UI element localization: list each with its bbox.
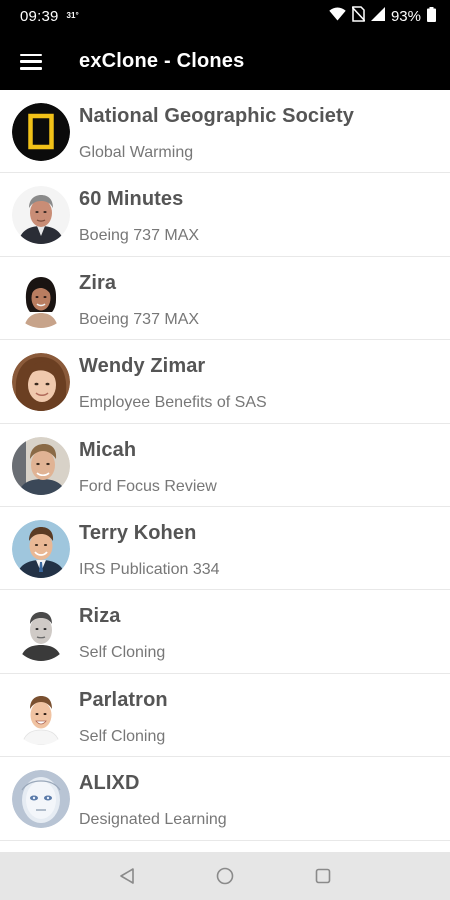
portrait-woman-dark-hair — [12, 269, 70, 328]
list-item[interactable]: Micah Ford Focus Review — [0, 424, 450, 507]
clone-name: Parlatron — [79, 688, 168, 711]
clone-subtitle: Self Cloning — [79, 727, 166, 745]
natgeo-logo — [12, 103, 70, 161]
list-item[interactable]: Wendy Zimar Employee Benefits of SAS — [0, 340, 450, 424]
clone-subtitle: Boeing 737 MAX — [79, 227, 200, 245]
no-sim-icon — [351, 6, 366, 27]
battery-icon — [427, 6, 436, 27]
status-time: 09:39 — [20, 8, 59, 25]
clone-name: Terry Kohen — [79, 521, 197, 544]
clone-subtitle: Ford Focus Review — [79, 477, 217, 495]
clone-name: Micah — [79, 438, 137, 461]
hamburger-menu-icon[interactable] — [20, 53, 42, 70]
clone-subtitle: Boeing 737 MAX — [79, 310, 200, 328]
page-title: exClone - Clones — [79, 50, 245, 72]
portrait-man-suit — [12, 519, 70, 578]
system-nav-bar — [0, 852, 450, 900]
list-item[interactable]: 60 Minutes Boeing 737 MAX — [0, 173, 450, 257]
clone-subtitle: IRS Publication 334 — [79, 560, 220, 578]
portrait-young-man-smiling — [12, 686, 70, 745]
status-temperature: 31° — [66, 11, 79, 20]
clone-subtitle: Self Cloning — [79, 644, 166, 662]
portrait-woman-brown-hair — [12, 353, 70, 412]
clone-subtitle: Global Warming — [79, 144, 194, 161]
clone-name: Riza — [79, 605, 121, 628]
list-item[interactable]: ALIXD Designated Learning — [0, 757, 450, 841]
portrait-young-man — [12, 436, 70, 495]
portrait-older-man — [12, 186, 70, 245]
clone-name: National Geographic Society — [79, 105, 354, 127]
status-right: 93% — [329, 6, 436, 27]
list-item[interactable]: Parlatron Self Cloning — [0, 674, 450, 758]
list-item[interactable]: Terry Kohen IRS Publication 334 — [0, 507, 450, 591]
clone-name: Zira — [79, 271, 117, 294]
list-item[interactable]: National Geographic Society Global Warmi… — [0, 90, 450, 174]
clone-name: Wendy Zimar — [79, 355, 206, 378]
recents-icon[interactable] — [312, 865, 334, 887]
wifi-icon — [329, 7, 346, 26]
robot-face — [12, 770, 70, 829]
battery-percent: 93% — [390, 8, 421, 25]
clone-name: 60 Minutes — [79, 188, 184, 211]
list-item[interactable]: Riza Self Cloning — [0, 590, 450, 674]
list-item[interactable]: Zira Boeing 737 MAX — [0, 257, 450, 341]
home-icon[interactable] — [214, 865, 236, 887]
status-bar: 09:39 31° 93% — [0, 0, 450, 33]
clone-name: ALIXD — [79, 772, 140, 795]
clone-subtitle: Employee Benefits of SAS — [79, 394, 267, 412]
clone-subtitle: Designated Learning — [79, 811, 227, 829]
signal-icon — [370, 7, 385, 26]
status-left: 09:39 31° — [20, 8, 79, 25]
app-bar: exClone - Clones — [0, 33, 450, 90]
back-icon[interactable] — [116, 865, 138, 887]
portrait-man-gray — [12, 603, 70, 662]
clone-list: National Geographic Society Global Warmi… — [0, 90, 450, 852]
